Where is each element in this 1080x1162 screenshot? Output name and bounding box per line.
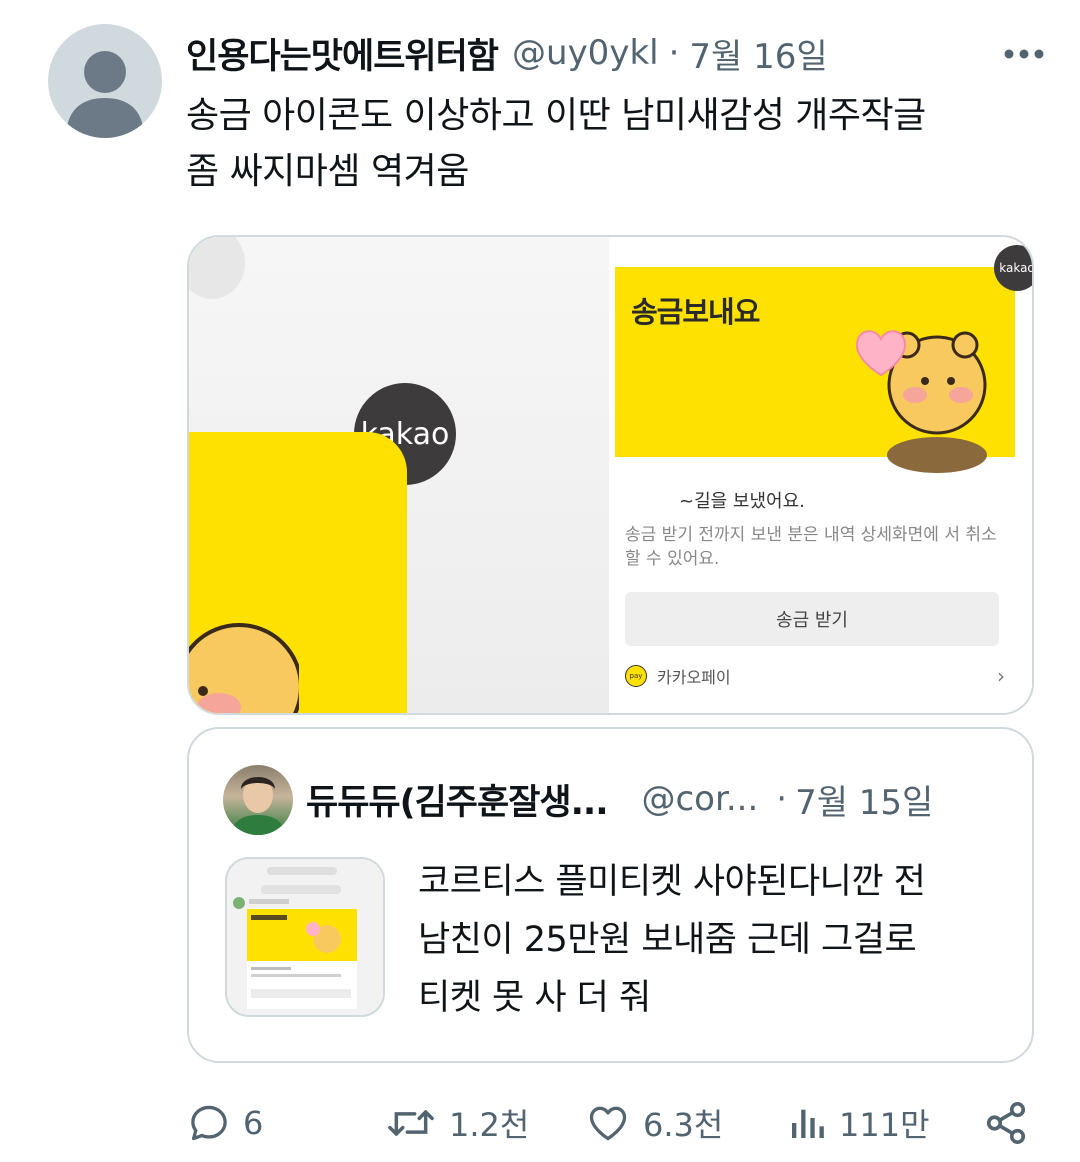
default-avatar-icon [66, 51, 144, 138]
share-icon [986, 1102, 1026, 1144]
corner-shape [189, 237, 245, 299]
tweet-text: 송금 아이콘도 이상하고 이딴 남미새감성 개주작글 좀 싸지마셈 역겨움 [186, 88, 1046, 200]
reply-count: 6 [243, 1104, 264, 1142]
quoted-tweet[interactable]: 듀듀듀(김주훈잘생... @cor... · 7월 15일 코르티스 플미티켓 … [187, 727, 1034, 1063]
more-button[interactable] [998, 34, 1050, 74]
tweet-action-bar: 6 1.2천 6.3천 111만 [187, 1096, 1037, 1150]
quoted-text-line: 남친이 25만원 보내줌 근데 그걸로 [418, 920, 917, 960]
tweet-text-line: 좀 싸지마셈 역겨움 [186, 151, 469, 192]
reply-icon [191, 1105, 227, 1141]
author-display-name[interactable]: 인용다는맛에트위터함 [186, 28, 499, 79]
bear-character-icon [189, 623, 299, 713]
tweet-header: 인용다는맛에트위터함 @uy0ykl · 7월 16일 [186, 28, 1050, 78]
like-count: 6.3천 [643, 1106, 724, 1144]
like-icon [589, 1106, 627, 1141]
retweet-count: 1.2천 [449, 1106, 530, 1144]
view-count: 111만 [839, 1106, 930, 1144]
tweet-date[interactable]: 7월 16일 [689, 29, 827, 78]
kakaopay-label: 카카오페이 [657, 668, 731, 687]
views-icon [792, 1109, 824, 1138]
author-handle[interactable]: @uy0ykl [512, 33, 659, 73]
like-button[interactable]: 6.3천 [585, 1096, 723, 1150]
sent-amount-text: ~길을 보냈어요. [679, 491, 805, 512]
bear-heart-icon [855, 330, 987, 473]
retweet-icon [388, 1110, 434, 1136]
quoted-media-thumbnail[interactable] [225, 857, 385, 1017]
share-button[interactable] [983, 1096, 1029, 1150]
quoted-text-line: 코르티스 플미티켓 사야된다니깐 전 [418, 862, 926, 902]
quoted-author-avatar[interactable] [223, 765, 293, 835]
quoted-display-name[interactable]: 듀듀듀(김주훈잘생... [306, 774, 608, 825]
views-button[interactable]: 111만 [787, 1096, 930, 1150]
reply-button[interactable]: 6 [187, 1096, 263, 1150]
kakaopay-icon: pay [625, 665, 647, 687]
header-separator: · [668, 33, 680, 73]
media-left-panel: kakao [189, 237, 609, 713]
kakaopay-footer: pay 카카오페이 › [625, 662, 1005, 690]
kakao-logo-small: kakao [994, 245, 1032, 291]
transfer-card-title: 송금보내요 [631, 295, 760, 329]
chevron-right-icon: › [997, 664, 1005, 688]
tweet-media-image[interactable]: kakao 송금보내요 kakao ~길을 보냈어요. 송금 받기 전까지 보낸… [187, 235, 1034, 715]
retweet-button[interactable]: 1.2천 [385, 1096, 529, 1150]
tweet-text-line: 송금 아이콘도 이상하고 이딴 남미새감성 개주작글 [186, 95, 926, 136]
person-photo-icon [231, 777, 285, 835]
more-icon [1004, 49, 1044, 59]
author-avatar[interactable] [48, 24, 162, 138]
quoted-date[interactable]: 7월 15일 [795, 775, 933, 824]
media-right-panel: 송금보내요 kakao ~길을 보냈어요. 송금 받기 전까지 보낸 분은 내역… [609, 237, 1032, 713]
chat-screenshot-thumbnail [227, 859, 383, 1015]
quoted-text: 코르티스 플미티켓 사야된다니깐 전 남친이 25만원 보내줌 근데 그걸로 티… [418, 853, 1008, 1027]
quoted-text-line: 티켓 못 사 더 줘 [418, 978, 651, 1018]
quoted-handle[interactable]: @cor... [641, 779, 758, 819]
transfer-description: 송금 받기 전까지 보낸 분은 내역 상세화면에 서 취소할 수 있어요. [625, 525, 997, 569]
receive-transfer-button: 송금 받기 [625, 592, 999, 646]
quoted-separator: · [776, 779, 788, 819]
quoted-header: 듀듀듀(김주훈잘생... @cor... · 7월 15일 [306, 769, 1002, 829]
